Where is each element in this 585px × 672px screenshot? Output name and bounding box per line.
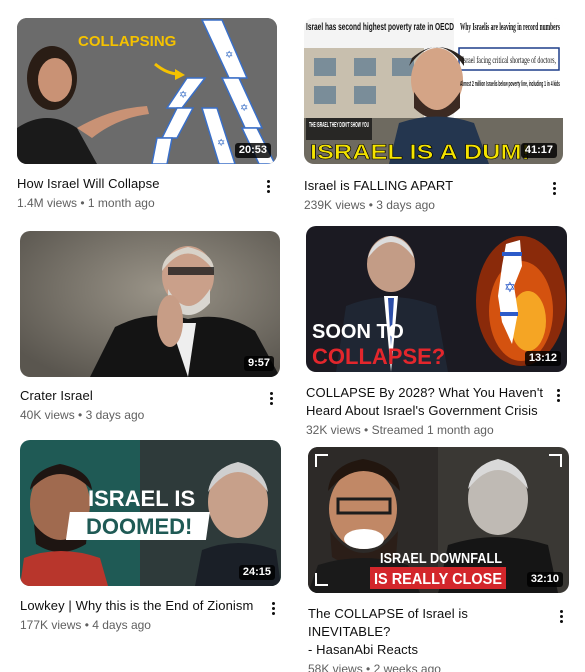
video-title[interactable]: Crater Israel [20,387,260,405]
video-thumbnail[interactable]: Israel has second highest poverty rate i… [304,18,563,164]
svg-text:✡: ✡ [225,50,233,61]
separator: • [365,198,377,212]
svg-text:ISRAEL IS A DUM!: ISRAEL IS A DUM! [310,141,530,164]
svg-text:✡: ✡ [240,103,248,114]
separator: • [362,662,374,672]
svg-text:THE ISRAEL THEY DON'T SHOW YOU: THE ISRAEL THEY DON'T SHOW YOU [309,122,369,129]
svg-text:✡: ✡ [179,90,187,101]
svg-text:Why Israelis are leaving in re: Why Israelis are leaving in record numbe… [460,22,560,33]
more-vertical-icon[interactable] [552,386,564,404]
duration-badge: 9:57 [243,356,274,371]
svg-text:DOOMED!: DOOMED! [86,514,192,539]
svg-text:Israel facing critical shortag: Israel facing critical shortage of docto… [462,55,556,66]
duration-badge: 13:12 [524,351,561,366]
duration-badge: 41:17 [520,143,557,158]
svg-text:IS REALLY CLOSE: IS REALLY CLOSE [374,571,502,588]
thumbnail-image [20,231,280,377]
svg-text:COLLAPSE?: COLLAPSE? [312,344,445,369]
video-stats: 40K views • 3 days ago [20,407,260,423]
video-stats: 239K views • 3 days ago [304,197,544,213]
video-title-line: Heard About Israel's Government Crisis [306,403,538,418]
more-vertical-icon[interactable] [262,177,274,195]
separator: • [77,196,88,210]
video-title[interactable]: COLLAPSE By 2028? What You Haven't Heard… [306,384,546,420]
video-title[interactable]: The COLLAPSE of Israel is INEVITABLE? - … [308,605,553,659]
more-vertical-icon[interactable] [267,599,279,617]
view-count: 58K views [308,662,363,672]
video-stats: 58K views • 2 weeks ago [308,661,553,672]
svg-text:✡: ✡ [504,280,516,296]
view-count: 32K views [306,423,361,437]
video-title-line: The COLLAPSE of Israel is INEVITABLE? [308,606,469,639]
upload-age: Streamed 1 month ago [371,423,494,437]
upload-age: 3 days ago [376,198,435,212]
separator: • [360,423,372,437]
video-stats: 177K views • 4 days ago [20,617,265,633]
more-vertical-icon[interactable] [548,179,560,197]
upload-age: 2 weeks ago [373,662,441,672]
video-title[interactable]: Lowkey | Why this is the End of Zionism [20,597,265,615]
svg-text:✡: ✡ [217,138,225,149]
video-title-line: - HasanAbi Reacts [308,642,419,657]
video-thumbnail[interactable]: ✡ SOON TO COLLAPSE? 13:12 [306,226,567,372]
more-vertical-icon[interactable] [555,607,567,625]
duration-badge: 32:10 [526,572,563,587]
duration-badge: 24:15 [238,565,275,580]
svg-text:ISRAEL DOWNFALL: ISRAEL DOWNFALL [380,550,502,567]
video-title-line: COLLAPSE By 2028? What You Haven't [306,385,544,400]
video-stats: 1.4M views • 1 month ago [17,195,257,211]
svg-text:ISRAEL IS: ISRAEL IS [88,486,195,511]
svg-text:Almost 2 million Israelis belo: Almost 2 million Israelis below poverty … [460,81,560,88]
svg-text:SOON TO: SOON TO [312,321,404,343]
video-stats: 32K views • Streamed 1 month ago [306,422,546,438]
video-thumbnail[interactable]: ISRAEL IS DOOMED! 24:15 [20,440,281,586]
upload-age: 1 month ago [87,196,155,210]
separator: • [74,408,86,422]
video-title[interactable]: How Israel Will Collapse [17,175,257,193]
more-vertical-icon[interactable] [265,389,277,407]
view-count: 1.4M views [17,196,78,210]
duration-badge: 20:53 [234,143,271,158]
view-count: 239K views [304,198,366,212]
view-count: 40K views [20,408,75,422]
video-thumbnail[interactable]: 9:57 [20,231,280,377]
video-thumbnail[interactable]: ISRAEL DOWNFALL IS REALLY CLOSE 32:10 [308,447,569,593]
video-title[interactable]: Israel is FALLING APART [304,177,544,195]
view-count: 177K views [20,618,82,632]
thumbnail-caption: COLLAPSING [78,33,176,50]
upload-age: 3 days ago [85,408,145,422]
separator: • [81,618,93,632]
upload-age: 4 days ago [92,618,151,632]
svg-text:Israel has second highest pove: Israel has second highest poverty rate i… [306,22,454,33]
video-thumbnail[interactable]: ✡ ✡ ✡ ✡ COLLAPSING 20:53 [17,18,277,164]
